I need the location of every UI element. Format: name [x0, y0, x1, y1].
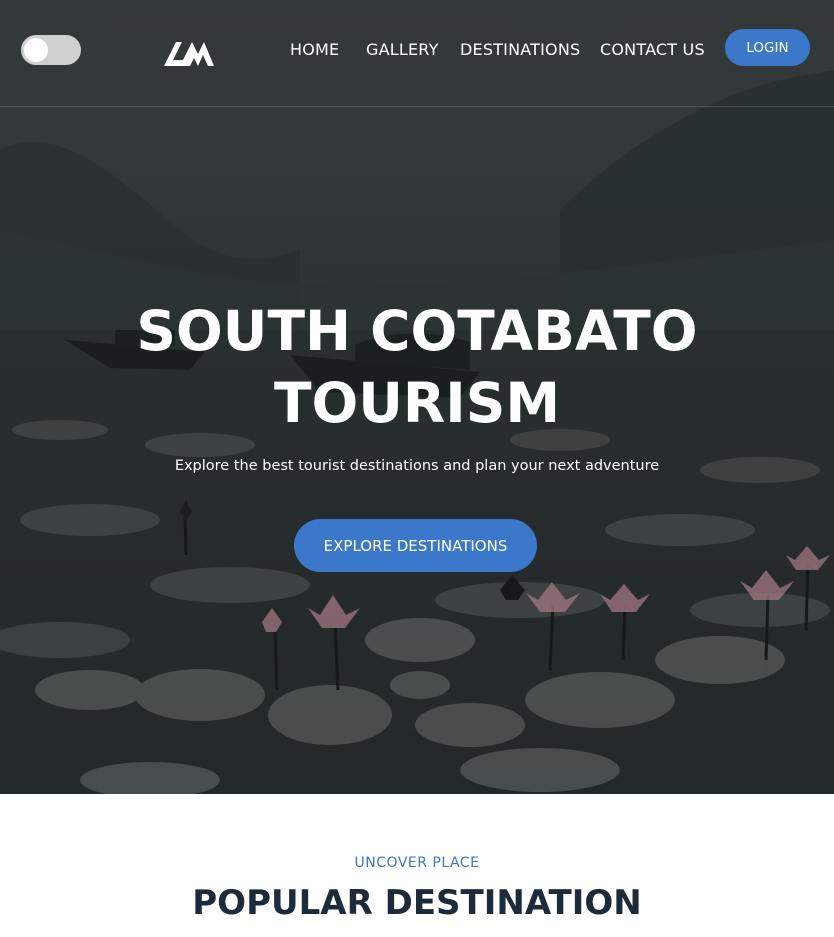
section-title: POPULAR DESTINATION: [192, 883, 642, 923]
site-logo-icon[interactable]: [162, 36, 216, 68]
hero-title: SOUTH COTABATO TOURISM: [0, 295, 834, 439]
hero-subtitle: Explore the best tourist destinations an…: [174, 458, 660, 474]
nav-link-destinations[interactable]: DESTINATIONS: [460, 40, 580, 59]
theme-toggle-knob: [24, 38, 48, 62]
section-eyebrow: UNCOVER PLACE: [354, 855, 480, 871]
nav-link-home[interactable]: HOME: [290, 40, 339, 59]
hero-section: HOME GALLERY DESTINATIONS CONTACT US LOG…: [0, 0, 834, 794]
nav-link-gallery[interactable]: GALLERY: [366, 40, 439, 59]
nav-link-contact-us[interactable]: CONTACT US: [600, 40, 705, 59]
hero-title-line-1: SOUTH COTABATO: [136, 299, 698, 363]
top-navbar: HOME GALLERY DESTINATIONS CONTACT US LOG…: [0, 0, 834, 107]
explore-destinations-button[interactable]: EXPLORE DESTINATIONS: [294, 519, 537, 572]
hero-title-line-2: TOURISM: [273, 371, 561, 435]
login-button[interactable]: LOGIN: [725, 29, 810, 66]
theme-toggle[interactable]: [21, 35, 81, 65]
